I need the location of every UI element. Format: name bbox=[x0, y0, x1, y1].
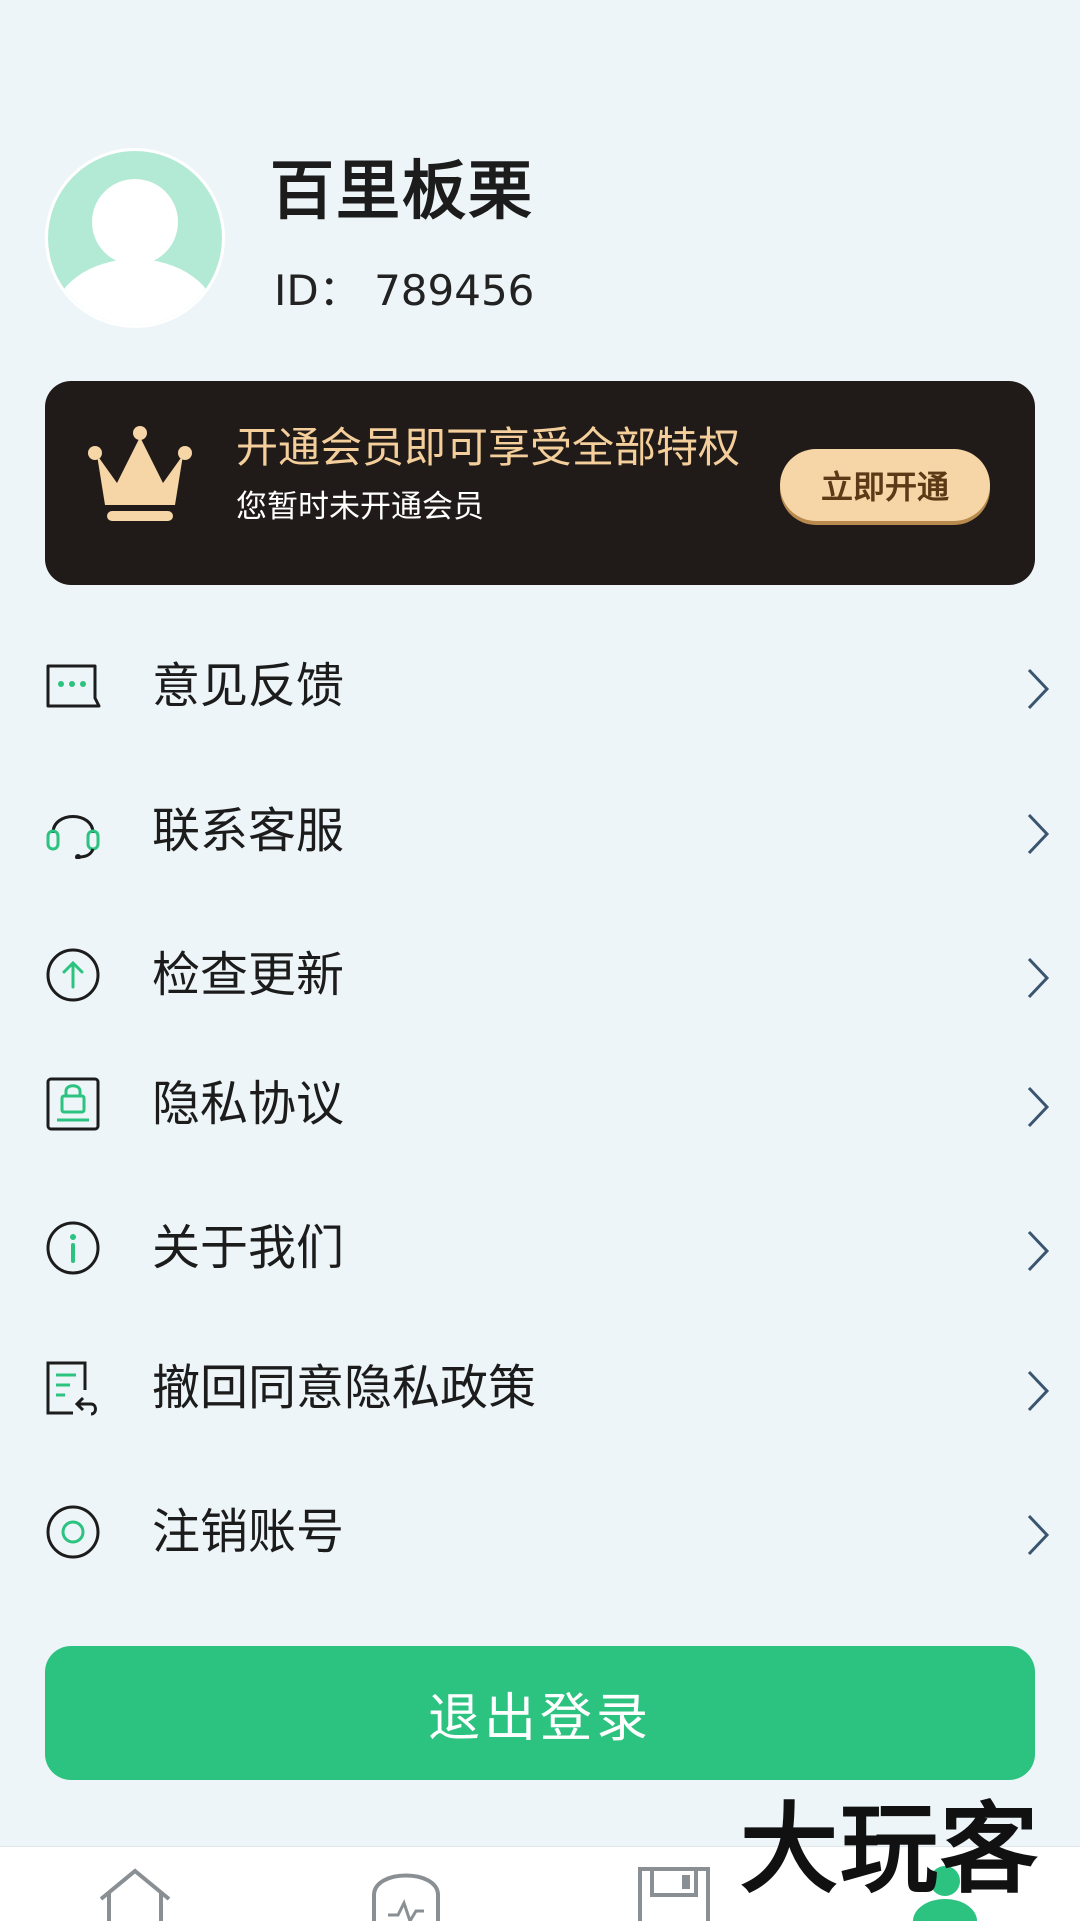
revoke-document-icon bbox=[46, 1361, 97, 1416]
menu-item-feedback[interactable]: 意见反馈 bbox=[45, 631, 1050, 741]
vip-banner[interactable]: 开通会员即可享受全部特权 您暂时未开通会员 立即开通 bbox=[45, 381, 1035, 585]
chevron-right-icon bbox=[1027, 813, 1050, 855]
user-name: 百里板栗 bbox=[270, 155, 534, 229]
menu-item-about-us[interactable]: 关于我们 bbox=[45, 1193, 1050, 1303]
activate-vip-button[interactable]: 立即开通 bbox=[780, 449, 990, 521]
vip-title: 开通会员即可享受全部特权 bbox=[236, 423, 741, 472]
menu-item-revoke-privacy[interactable]: 撤回同意隐私政策 bbox=[45, 1333, 1050, 1443]
chevron-right-icon bbox=[1027, 1086, 1050, 1128]
user-id: ID： 789456 bbox=[274, 266, 535, 315]
menu-item-label: 撤回同意隐私政策 bbox=[152, 1360, 537, 1416]
logout-button[interactable]: 退出登录 bbox=[45, 1646, 1035, 1780]
menu-item-label: 关于我们 bbox=[152, 1220, 345, 1276]
menu-item-check-update[interactable]: 检查更新 bbox=[45, 920, 1050, 1030]
menu-item-label: 检查更新 bbox=[152, 947, 345, 1003]
chevron-right-icon bbox=[1027, 1370, 1050, 1412]
profile-header: 百里板栗 ID： 789456 bbox=[45, 148, 1045, 328]
cancel-account-icon bbox=[46, 1505, 100, 1559]
avatar[interactable] bbox=[45, 148, 225, 328]
crown-icon bbox=[88, 426, 192, 521]
menu-item-privacy-agreement[interactable]: 隐私协议 bbox=[45, 1049, 1050, 1159]
chevron-right-icon bbox=[1027, 1230, 1050, 1272]
menu-item-label: 联系客服 bbox=[152, 803, 345, 859]
menu-item-label: 意见反馈 bbox=[152, 658, 345, 714]
home-icon[interactable] bbox=[95, 1865, 175, 1921]
vip-subtitle: 您暂时未开通会员 bbox=[236, 489, 484, 525]
activity-icon[interactable] bbox=[366, 1865, 446, 1921]
menu-item-cancel-account[interactable]: 注销账号 bbox=[45, 1477, 1050, 1587]
watermark-text: 大玩客 bbox=[740, 1793, 1041, 1907]
chevron-right-icon bbox=[1027, 957, 1050, 999]
chevron-right-icon bbox=[1027, 668, 1050, 710]
menu-item-label: 注销账号 bbox=[152, 1504, 345, 1560]
feedback-icon bbox=[46, 664, 101, 708]
headset-icon bbox=[46, 815, 100, 859]
privacy-lock-icon bbox=[46, 1077, 100, 1131]
menu-item-contact-service[interactable]: 联系客服 bbox=[45, 776, 1050, 886]
update-icon bbox=[46, 948, 100, 1002]
menu-item-label: 隐私协议 bbox=[152, 1076, 345, 1132]
info-icon bbox=[46, 1221, 100, 1275]
chevron-right-icon bbox=[1027, 1514, 1050, 1556]
save-icon[interactable] bbox=[634, 1865, 714, 1921]
